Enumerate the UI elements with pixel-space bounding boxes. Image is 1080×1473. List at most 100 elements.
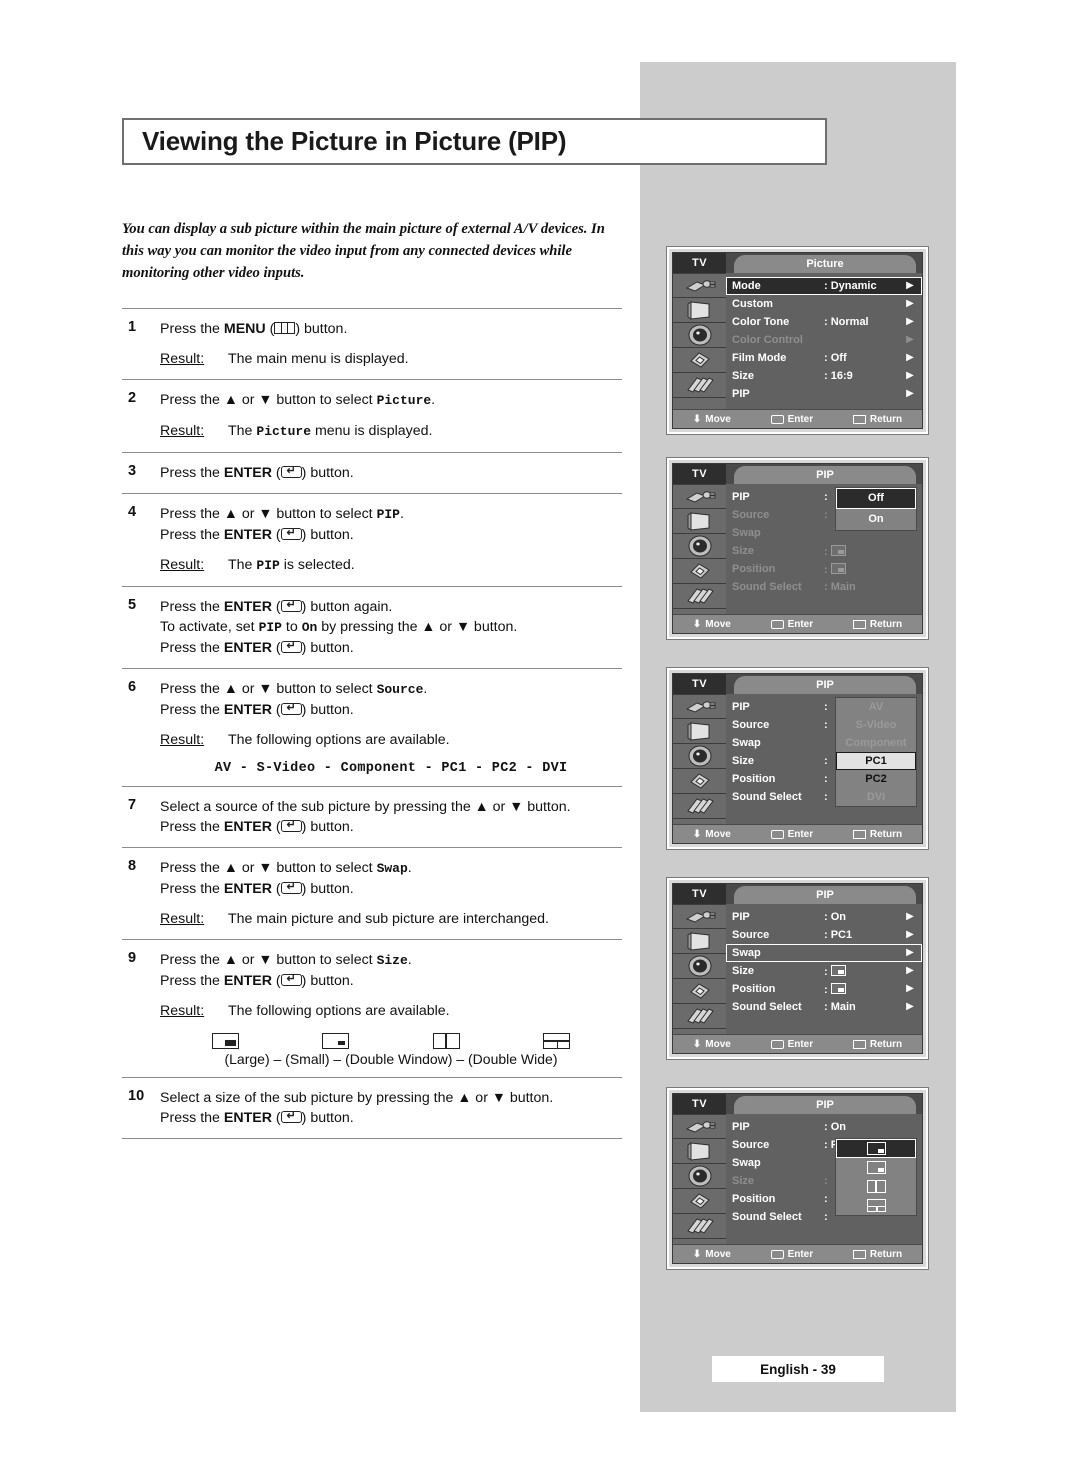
popup-option[interactable]: AV [836,698,916,716]
result-line: Result: The main picture and sub picture… [160,909,622,929]
osd-menu-row[interactable]: Color Control ▶ [726,331,922,349]
osd-menu-row[interactable]: Position: [726,560,922,578]
input-jack-icon[interactable] [673,694,726,719]
osd-tab-area: PIP [726,464,922,485]
osd-inner: TV PIP PIP: Source: Swap Size: Position: Sound … [672,673,923,844]
pip-large-icon [830,544,846,556]
chip-setup-icon[interactable] [673,769,726,794]
osd-body: PIP: Source: Swap Size: Position: Sound Selec… [673,694,922,824]
osd-menu-row[interactable]: Mode: Dynamic ▶ [726,277,922,295]
popup-size-option[interactable] [836,1196,916,1215]
osd-titlebar: TV PIP [673,1094,922,1115]
osd-menu-row[interactable]: Swap ▶ [726,944,922,962]
osd-menu-row[interactable]: Source: PC1 ▶ [726,926,922,944]
popup-option[interactable]: PC1 [836,752,916,770]
osd-menu-row[interactable]: PIP: On ▶ [726,908,922,926]
osd-menu-row[interactable]: Size: 16:9 ▶ [726,367,922,385]
pages-pip-icon[interactable] [673,373,726,398]
pip-size-popup[interactable] [835,1138,917,1216]
popup-option[interactable]: DVI [836,788,916,806]
popup-size-option[interactable] [836,1158,916,1177]
osd-row-value: : Main [824,1001,856,1013]
pip-onoff-popup[interactable]: Off On [835,487,917,531]
osd-titlebar: TV PIP [673,884,922,905]
menu-key-icon [852,1039,866,1049]
speaker-sound-icon[interactable] [673,954,726,979]
tv-picture-icon[interactable] [673,719,726,744]
step-row-5: 5 Press the ENTER (↵) button again. To a… [122,586,622,668]
pages-pip-icon[interactable] [673,584,726,609]
osd-menu-row[interactable]: Size: ▶ [726,962,922,980]
input-jack-icon[interactable] [673,273,726,298]
result-label: Result: [160,351,205,367]
step-line: Press the ENTER (↵) button. [160,527,354,543]
step-text-tail: button. [306,702,354,718]
popup-option[interactable]: Component [836,734,916,752]
osd-menu-row[interactable]: Sound Select: Main [726,578,922,596]
tv-picture-icon[interactable] [673,509,726,534]
chip-setup-icon[interactable] [673,979,726,1004]
osd-tab-label: PIP [734,1096,916,1115]
speaker-sound-icon[interactable] [673,1164,726,1189]
tv-picture-icon[interactable] [673,929,726,954]
pages-pip-icon[interactable] [673,1004,726,1029]
osd-move-hint: ⬇ Move [692,413,731,425]
enter-key-icon [770,829,784,839]
on-keyword: On [301,620,318,635]
osd-titlebar: TV PIP [673,464,922,485]
osd-tv-label: TV [673,674,726,694]
osd-row-value: : On [824,1121,846,1133]
osd-menu-list: PIP: OnSource: PC1SwapSize:Position:Soun… [726,1114,922,1244]
chevron-right-icon: ▶ [906,911,914,922]
pip-large-icon [830,562,846,574]
osd-row-value: : [824,544,902,558]
result-text-a: The [228,423,257,439]
tv-picture-icon[interactable] [673,298,726,323]
osd-menu-row[interactable]: Color Tone: Normal ▶ [726,313,922,331]
step-line: Press the MENU () button. [160,321,348,337]
chip-setup-icon[interactable] [673,348,726,373]
pages-pip-icon[interactable] [673,794,726,819]
pages-pip-icon[interactable] [673,1214,726,1239]
step-body: Press the ENTER (↵) button. [160,463,622,483]
pip-large-icon [830,964,846,976]
pip-size-double-wide-icon [543,1033,571,1049]
chip-setup-icon[interactable] [673,1189,726,1214]
popup-size-option[interactable] [836,1177,916,1196]
osd-menu-row[interactable]: Size: [726,542,922,560]
pip-source-popup[interactable]: AV S-Video Component PC1 PC2 DVI [835,697,917,807]
osd-row-label: Position [732,563,776,575]
input-jack-icon[interactable] [673,484,726,509]
osd-menu-row[interactable]: PIP ▶ [726,385,922,403]
osd-move-hint: ⬇ Move [692,1248,731,1260]
step-text: Press the [160,702,224,718]
source-options-list: AV - S-Video - Component - PC1 - PC2 - D… [214,761,568,776]
step-text-tail: button. [306,1110,354,1126]
popup-option[interactable]: Off [836,488,916,509]
step-number: 10 [128,1088,145,1104]
menu-key-icon [852,829,866,839]
speaker-sound-icon[interactable] [673,323,726,348]
osd-menu-row[interactable]: Film Mode: Off ▶ [726,349,922,367]
speaker-sound-icon[interactable] [673,534,726,559]
popup-option[interactable]: On [836,509,916,530]
input-jack-icon[interactable] [673,904,726,929]
osd-row-label: Size [732,755,755,767]
popup-option[interactable]: S-Video [836,716,916,734]
popup-size-option[interactable] [836,1139,916,1158]
osd-menu-row[interactable]: Sound Select: Main ▶ [726,998,922,1016]
osd-menu-row[interactable]: Custom ▶ [726,295,922,313]
osd-tv-label: TV [673,1094,726,1114]
step-number: 9 [128,950,137,966]
chip-setup-icon[interactable] [673,559,726,584]
popup-option[interactable]: PC2 [836,770,916,788]
tv-picture-icon[interactable] [673,1139,726,1164]
input-jack-icon[interactable] [673,1114,726,1139]
osd-menu-row[interactable]: PIP: On [726,1118,922,1136]
menu-item-keyword: Picture [376,393,432,408]
result-label: Result: [160,423,205,439]
speaker-sound-icon[interactable] [673,744,726,769]
osd-menu-row[interactable]: Position: ▶ [726,980,922,998]
chevron-right-icon: ▶ [906,983,914,994]
osd-row-value: : Off [824,352,847,364]
